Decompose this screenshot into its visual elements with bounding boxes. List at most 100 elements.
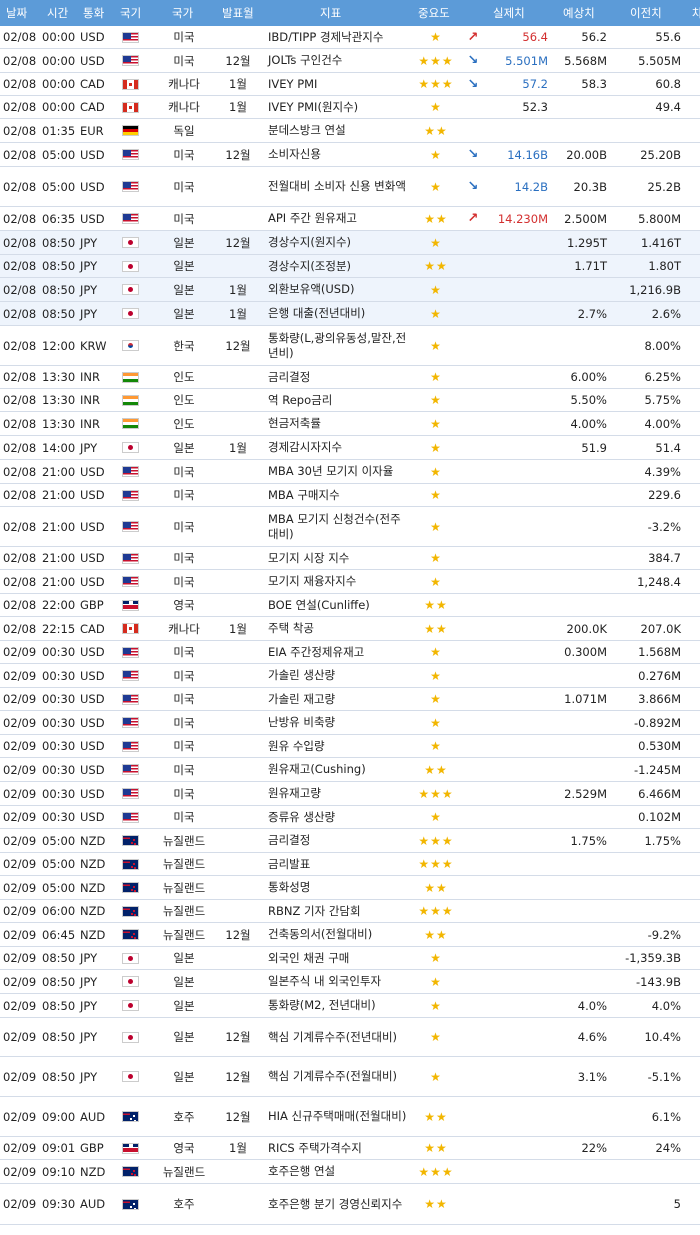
header-indicator[interactable]: 지표	[320, 0, 341, 26]
indicator-cell[interactable]: 가솔린 재고량	[268, 688, 408, 710]
indicator-cell[interactable]: 원유 수입량	[268, 735, 408, 757]
table-row[interactable]: 02/08 13:30 INR 인도 금리결정 ★ 6.00% 6.25%	[0, 366, 700, 389]
header-actual[interactable]: 실제치	[493, 0, 525, 26]
table-row[interactable]: 02/09 06:45 NZD 뉴질랜드 12월 건축동의서(전월대비) ★★ -9.2%	[0, 923, 700, 947]
table-row[interactable]: 02/08 22:00 GBP 영국 BOE 연설(Cunliffe) ★★	[0, 594, 700, 617]
table-row[interactable]: 02/08 08:50 JPY 일본 1월 은행 대출(전년대비) ★ 2.7% 2.6%	[0, 302, 700, 326]
table-row[interactable]: 02/08 05:00 USD 미국 전월대비 소비자 신용 변화액 ★ ↘ 14.2B 20.…	[0, 167, 700, 207]
header-date[interactable]: 날짜	[6, 0, 27, 26]
table-row[interactable]: 02/09 00:30 USD 미국 원유재고량 ★★★ 2.529M 6.466M	[0, 782, 700, 806]
indicator-cell[interactable]: 금리결정	[268, 366, 408, 388]
indicator-cell[interactable]: 은행 대출(전년대비)	[268, 302, 408, 325]
indicator-cell[interactable]: BOE 연설(Cunliffe)	[268, 594, 408, 616]
indicator-cell[interactable]: 경제감시자지수	[268, 436, 408, 459]
indicator-cell[interactable]: IVEY PMI(원지수)	[268, 96, 408, 118]
indicator-cell[interactable]: 핵심 기계류수주(전월대비)	[268, 1057, 408, 1096]
indicator-cell[interactable]: RICS 주택가격수지	[268, 1137, 408, 1159]
indicator-cell[interactable]: 분데스방크 연설	[268, 119, 408, 142]
indicator-cell[interactable]: API 주간 원유재고	[268, 207, 408, 230]
indicator-cell[interactable]: MBA 30년 모기지 이자율	[268, 460, 408, 483]
table-row[interactable]: 02/09 05:00 NZD 뉴질랜드 금리결정 ★★★ 1.75% 1.75%	[0, 829, 700, 853]
indicator-cell[interactable]: 통화량(L,광의유동성,말잔,전년비)	[268, 326, 408, 365]
header-importance[interactable]: 중요도	[418, 0, 450, 26]
table-row[interactable]: 02/08 00:00 USD 미국 IBD/TIPP 경제낙관지수 ★ ↗ 56.4 56.2…	[0, 26, 700, 49]
table-row[interactable]: 02/09 05:00 NZD 뉴질랜드 금리발표 ★★★	[0, 853, 700, 876]
table-row[interactable]: 02/08 22:15 CAD 캐나다 1월 주택 착공 ★★ 200.0K 207.0K	[0, 617, 700, 641]
table-row[interactable]: 02/08 08:50 JPY 일본 12월 경상수지(원지수) ★ 1.295T 1.416T	[0, 231, 700, 255]
indicator-cell[interactable]: 통화성명	[268, 876, 408, 899]
indicator-cell[interactable]: EIA 주간정제유재고	[268, 641, 408, 663]
header-flag[interactable]: 국기	[120, 0, 141, 26]
table-row[interactable]: 02/09 06:00 NZD 뉴질랜드 RBNZ 기자 간담회 ★★★	[0, 900, 700, 923]
indicator-cell[interactable]: 현금저축률	[268, 412, 408, 435]
table-row[interactable]: 02/09 09:00 AUD 호주 12월 HIA 신규주택매매(전월대비) ★★ 6.1%	[0, 1097, 700, 1137]
indicator-cell[interactable]: HIA 신규주택매매(전월대비)	[268, 1097, 408, 1136]
table-row[interactable]: 02/09 09:01 GBP 영국 1월 RICS 주택가격수지 ★★ 22% 24%	[0, 1137, 700, 1160]
table-row[interactable]: 02/09 08:50 JPY 일본 통화량(M2, 전년대비) ★ 4.0% 4.0%	[0, 994, 700, 1018]
table-row[interactable]: 02/08 00:00 USD 미국 12월 JOLTs 구인건수 ★★★ ↘ 5.501M 5.…	[0, 49, 700, 73]
indicator-cell[interactable]: 핵심 기계류수주(전년대비)	[268, 1018, 408, 1056]
table-row[interactable]: 02/09 09:30 AUD 호주 호주은행 분기 경영신뢰지수 ★★ 5	[0, 1184, 700, 1225]
header-previous[interactable]: 이전치	[630, 0, 662, 26]
indicator-cell[interactable]: 건축동의서(전월대비)	[268, 923, 408, 946]
indicator-cell[interactable]: 소비자신용	[268, 143, 408, 166]
table-row[interactable]: 02/09 09:10 NZD 뉴질랜드 호주은행 연설 ★★★	[0, 1160, 700, 1184]
indicator-cell[interactable]: 주택 착공	[268, 617, 408, 640]
table-row[interactable]: 02/08 13:30 INR 인도 현금저축률 ★ 4.00% 4.00%	[0, 412, 700, 436]
table-row[interactable]: 02/08 21:00 USD 미국 모기지 재융자지수 ★ 1,248.4	[0, 570, 700, 594]
indicator-cell[interactable]: IVEY PMI	[268, 73, 408, 95]
table-row[interactable]: 02/08 14:00 JPY 일본 1월 경제감시자지수 ★ 51.9 51.4	[0, 436, 700, 460]
table-row[interactable]: 02/09 00:30 USD 미국 증류유 생산량 ★ 0.102M	[0, 806, 700, 829]
table-row[interactable]: 02/08 08:50 JPY 일본 경상수지(조정분) ★★ 1.71T 1.80T	[0, 255, 700, 278]
indicator-cell[interactable]: 통화량(M2, 전년대비)	[268, 994, 408, 1017]
indicator-cell[interactable]: 모기지 재융자지수	[268, 570, 408, 593]
indicator-cell[interactable]: 원유재고(Cushing)	[268, 758, 408, 781]
table-row[interactable]: 02/09 00:30 USD 미국 가솔린 생산량 ★ 0.276M	[0, 664, 700, 688]
indicator-cell[interactable]: 외국인 채권 구매	[268, 947, 408, 969]
indicator-cell[interactable]: 외환보유액(USD)	[268, 278, 408, 301]
table-row[interactable]: 02/09 08:50 JPY 일본 일본주식 내 외국인투자 ★ -143.9B	[0, 970, 700, 994]
table-row[interactable]: 02/08 12:00 KRW 한국 12월 통화량(L,광의유동성,말잔,전년비) ★ 8.…	[0, 326, 700, 366]
table-row[interactable]: 02/09 08:50 JPY 일본 외국인 채권 구매 ★ -1,359.3B	[0, 947, 700, 970]
table-row[interactable]: 02/09 00:30 USD 미국 난방유 비축량 ★ -0.892M	[0, 711, 700, 735]
table-row[interactable]: 02/08 13:30 INR 인도 역 Repo금리 ★ 5.50% 5.75%	[0, 389, 700, 412]
indicator-cell[interactable]: 금리발표	[268, 853, 408, 875]
indicator-cell[interactable]: 일본주식 내 외국인투자	[268, 970, 408, 993]
table-row[interactable]: 02/09 00:30 USD 미국 EIA 주간정제유재고 ★ 0.300M 1.568M	[0, 641, 700, 664]
indicator-cell[interactable]: JOLTs 구인건수	[268, 49, 408, 72]
table-row[interactable]: 02/09 00:30 USD 미국 원유재고(Cushing) ★★ -1.245M	[0, 758, 700, 782]
table-row[interactable]: 02/08 05:00 USD 미국 12월 소비자신용 ★ ↘ 14.16B 20.00B 25.…	[0, 143, 700, 167]
table-row[interactable]: 02/09 00:30 USD 미국 원유 수입량 ★ 0.530M	[0, 735, 700, 758]
indicator-cell[interactable]: 원유재고량	[268, 782, 408, 805]
indicator-cell[interactable]: 경상수지(조정분)	[268, 255, 408, 277]
header-extra[interactable]: 차	[692, 0, 700, 26]
indicator-cell[interactable]: 호주은행 연설	[268, 1160, 408, 1183]
indicator-cell[interactable]: 난방유 비축량	[268, 711, 408, 734]
table-row[interactable]: 02/08 01:35 EUR 독일 분데스방크 연설 ★★	[0, 119, 700, 143]
table-row[interactable]: 02/09 08:50 JPY 일본 12월 핵심 기계류수주(전년대비) ★ 4.6% 10.…	[0, 1018, 700, 1057]
table-row[interactable]: 02/09 08:50 JPY 일본 12월 핵심 기계류수주(전월대비) ★ 3.1% -5.…	[0, 1057, 700, 1097]
indicator-cell[interactable]: 역 Repo금리	[268, 389, 408, 411]
indicator-cell[interactable]: 가솔린 생산량	[268, 664, 408, 687]
table-row[interactable]: 02/08 21:00 USD 미국 모기지 시장 지수 ★ 384.7	[0, 547, 700, 570]
indicator-cell[interactable]: 모기지 시장 지수	[268, 547, 408, 569]
table-row[interactable]: 02/08 08:50 JPY 일본 1월 외환보유액(USD) ★ 1,216.9B	[0, 278, 700, 302]
table-row[interactable]: 02/08 21:00 USD 미국 MBA 모기지 신청건수(전주대비) ★ -3.2%	[0, 507, 700, 547]
header-time[interactable]: 시간	[47, 0, 68, 26]
indicator-cell[interactable]: 호주은행 분기 경영신뢰지수	[268, 1184, 408, 1224]
table-row[interactable]: 02/08 21:00 USD 미국 MBA 30년 모기지 이자율 ★ 4.39%	[0, 460, 700, 484]
table-row[interactable]: 02/09 05:00 NZD 뉴질랜드 통화성명 ★★	[0, 876, 700, 900]
header-currency[interactable]: 통화	[83, 0, 104, 26]
indicator-cell[interactable]: IBD/TIPP 경제낙관지수	[268, 26, 408, 48]
indicator-cell[interactable]: 금리결정	[268, 829, 408, 852]
indicator-cell[interactable]: 전월대비 소비자 신용 변화액	[268, 167, 408, 206]
indicator-cell[interactable]: MBA 모기지 신청건수(전주대비)	[268, 507, 408, 546]
table-row[interactable]: 02/08 21:00 USD 미국 MBA 구매지수 ★ 229.6	[0, 484, 700, 507]
header-period[interactable]: 발표월	[222, 0, 254, 26]
header-forecast[interactable]: 예상치	[563, 0, 595, 26]
indicator-cell[interactable]: MBA 구매지수	[268, 484, 408, 506]
indicator-cell[interactable]: RBNZ 기자 간담회	[268, 900, 408, 922]
header-country[interactable]: 국가	[172, 0, 193, 26]
table-row[interactable]: 02/08 06:35 USD 미국 API 주간 원유재고 ★★ ↗ 14.230M 2.50…	[0, 207, 700, 231]
table-row[interactable]: 02/08 00:00 CAD 캐나다 1월 IVEY PMI ★★★ ↘ 57.2 58.3 60…	[0, 73, 700, 96]
